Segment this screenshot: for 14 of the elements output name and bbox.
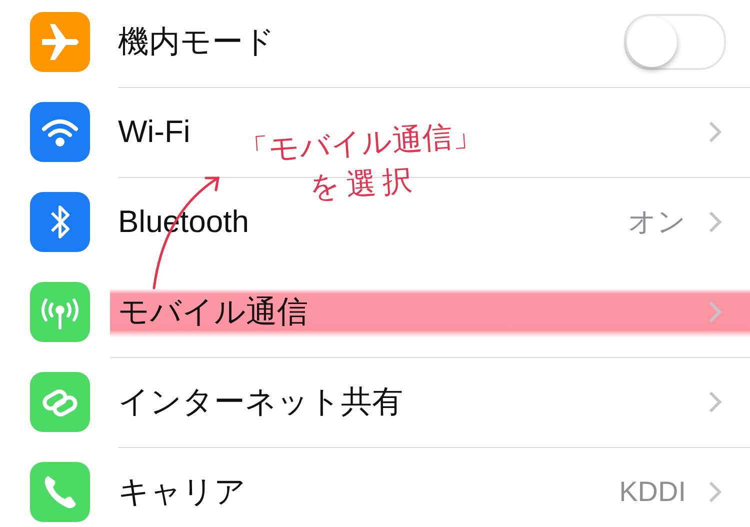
row-value: KDDI <box>619 476 686 508</box>
row-label: Wi-Fi <box>118 114 190 150</box>
toggle-switch[interactable] <box>624 14 726 70</box>
row-label: 機内モード <box>118 22 275 60</box>
row-label: キャリア <box>118 472 246 510</box>
row-label: インターネット共有 <box>118 382 403 420</box>
chevron-icon <box>708 390 722 414</box>
highlighted-row[interactable]: モバイル通信 <box>110 266 750 358</box>
chevron-icon <box>708 120 722 144</box>
row-value: オン <box>628 204 686 238</box>
row-label: モバイル通信 <box>118 292 308 330</box>
chevron-icon <box>708 480 722 504</box>
chevron-icon <box>708 210 722 234</box>
chevron-icon <box>708 300 722 324</box>
